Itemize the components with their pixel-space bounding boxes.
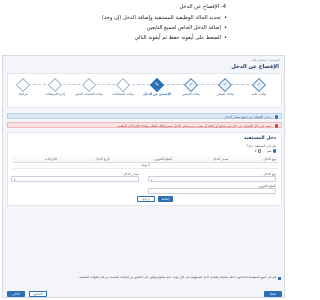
step-dependents[interactable]: ✓ بيانات التابعين [171,77,211,107]
step-label: مراجعة [18,92,28,96]
instruction-item: الضغط على أيقونة حفظ ثم أيقونة التالي [134,35,226,41]
instruction-item: تحديد الحالة الوظيفية للمستفيد وإضافة ال… [102,15,227,21]
radio-label: لا [254,149,257,153]
monthly-amount-input[interactable] [148,188,276,194]
step-label: بيانات السكن [216,92,234,96]
step-label: بيانات الحساب البنكي [75,92,103,96]
footer-actions: حفظ السابق التالي [3,289,284,297]
page-title: الإفصاح عن الدخل [231,64,279,70]
step-diamond [15,77,31,93]
edit-icon: ✎ [154,82,160,88]
step-diamond [47,77,63,93]
step-review[interactable]: مراجعة [3,77,43,107]
has-income-question: هل لدى المستفيد دخل؟ [246,144,276,148]
step-diamond [81,77,97,93]
next-button[interactable]: التالي [7,291,25,297]
previous-button[interactable]: السابق [29,291,47,297]
step-general[interactable]: ✓ بيانات عامة [239,77,279,107]
breadcrumb[interactable]: الرئيسية › تسجيل طلب [251,58,280,62]
warning-notice-text: تنبيه: في حال الإفصاح عن دخل غير صحيح أو… [116,123,271,128]
cancel-income-button[interactable]: تراجع [137,196,155,202]
radio-no[interactable]: لا [255,149,261,153]
app-window: الرئيسية › تسجيل طلب الإفصاح عن الدخل ✓ … [2,55,285,298]
check-icon: ✓ [222,82,228,88]
radio-yes[interactable]: نعم [267,149,276,153]
income-table: نوع الدخل مصدر الدخل المبلغ الشهري تاريخ… [13,156,278,169]
declaration-text: أقر بأن جميع المعلومات المذكورة أعلاه صح… [79,276,276,279]
step-label: الإفصاح عن الدخل [143,92,171,96]
chevron-down-icon: ▾ [14,178,16,182]
radio-label: نعم [267,149,272,153]
empty-row-text: لا يوجد [13,162,278,169]
info-icon [274,115,278,119]
step-diamond [115,77,131,93]
warning-icon [274,124,278,128]
step-income[interactable]: ✎ الإفصاح عن الدخل [137,77,177,107]
income-section-title: دخل المستفيد [243,136,276,141]
step-label: بيانات الممتلكات [112,92,134,96]
declaration: أقر بأن جميع المعلومات المذكورة أعلاه صح… [7,276,282,287]
step-label: بيانات التابعين [182,92,200,96]
instructions-heading: 4- الإفصاح عن الدخل [179,4,226,10]
declaration-checkbox[interactable] [277,277,281,281]
step-bank[interactable]: بيانات الحساب البنكي [69,77,109,107]
add-income-button[interactable]: إضافة [158,196,173,202]
check-icon: ✓ [188,82,194,88]
info-notice: يرجى الإفصاح عن جميع مصادر الدخل [7,113,282,119]
step-label: بيانات عامة [251,92,267,96]
income-section: دخل المستفيد هل لدى المستفيد دخل؟ نعم لا… [7,132,282,206]
info-notice-text: يرجى الإفصاح عن جميع مصادر الدخل [224,114,271,119]
instruction-item: إضافة الدخل الخاص لجميع التابعين [147,25,228,31]
radio-dot [257,149,261,153]
radio-dot [272,149,276,153]
income-source-select[interactable]: ▾ [11,176,139,182]
step-assets[interactable]: بيانات الممتلكات [103,77,143,107]
save-button[interactable]: حفظ [264,291,282,297]
income-type-select[interactable]: ▾ [148,176,276,182]
chevron-down-icon: ▾ [151,178,153,182]
table-row: لا يوجد [13,162,278,169]
check-icon: ✓ [256,82,262,88]
warning-notice: تنبيه: في حال الإفصاح عن دخل غير صحيح أو… [7,122,282,128]
stepper: ✓ بيانات عامة ✓ بيانات السكن ✓ بيانات ال… [7,73,282,108]
step-housing[interactable]: ✓ بيانات السكن [205,77,245,107]
